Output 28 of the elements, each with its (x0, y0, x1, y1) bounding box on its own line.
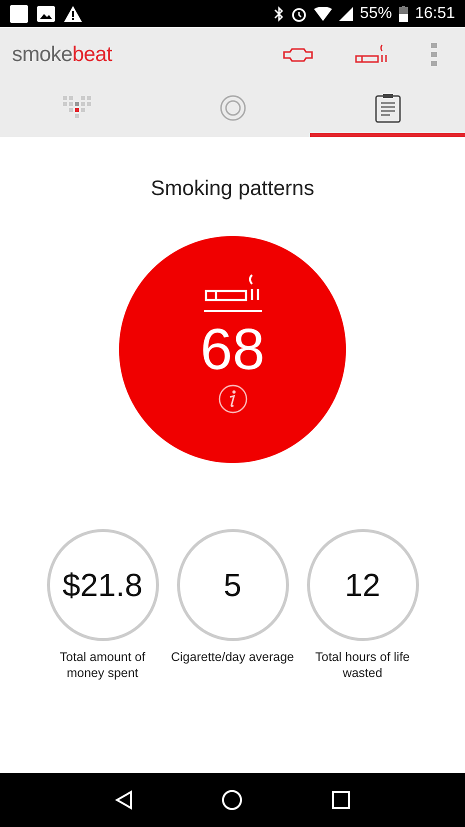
recents-icon[interactable] (331, 790, 352, 810)
clock: 16:51 (414, 4, 455, 22)
cigarette-icon (204, 274, 262, 304)
cigarette-count: 68 (200, 316, 265, 384)
warning-icon (64, 6, 82, 22)
stat-label: Cigarette/day average (170, 649, 295, 665)
ring-icon (218, 94, 246, 122)
app-logo: smokebeat (12, 42, 112, 66)
back-icon[interactable] (114, 790, 134, 810)
page-title: Smoking patterns (150, 177, 314, 201)
stat-value: 12 (344, 566, 380, 604)
notification-icon (10, 4, 28, 22)
clipboard-icon (374, 92, 400, 122)
stat-label: Total hours of life wasted (314, 649, 411, 681)
stat-value: 5 (224, 566, 242, 604)
stat-value: $21.8 (62, 566, 143, 604)
stat-label: Total amount of money spent (58, 649, 146, 681)
image-icon (37, 6, 55, 22)
battery-icon (398, 6, 408, 22)
bluetooth-icon (274, 6, 284, 22)
wristband-icon[interactable] (283, 48, 313, 62)
alarm-icon (290, 6, 307, 22)
info-icon[interactable] (218, 384, 248, 414)
battery-percent: 55% (360, 4, 392, 22)
signal-icon (338, 6, 353, 20)
cigarette-icon[interactable] (355, 44, 389, 66)
wifi-icon (314, 6, 332, 20)
home-icon[interactable] (221, 789, 244, 811)
